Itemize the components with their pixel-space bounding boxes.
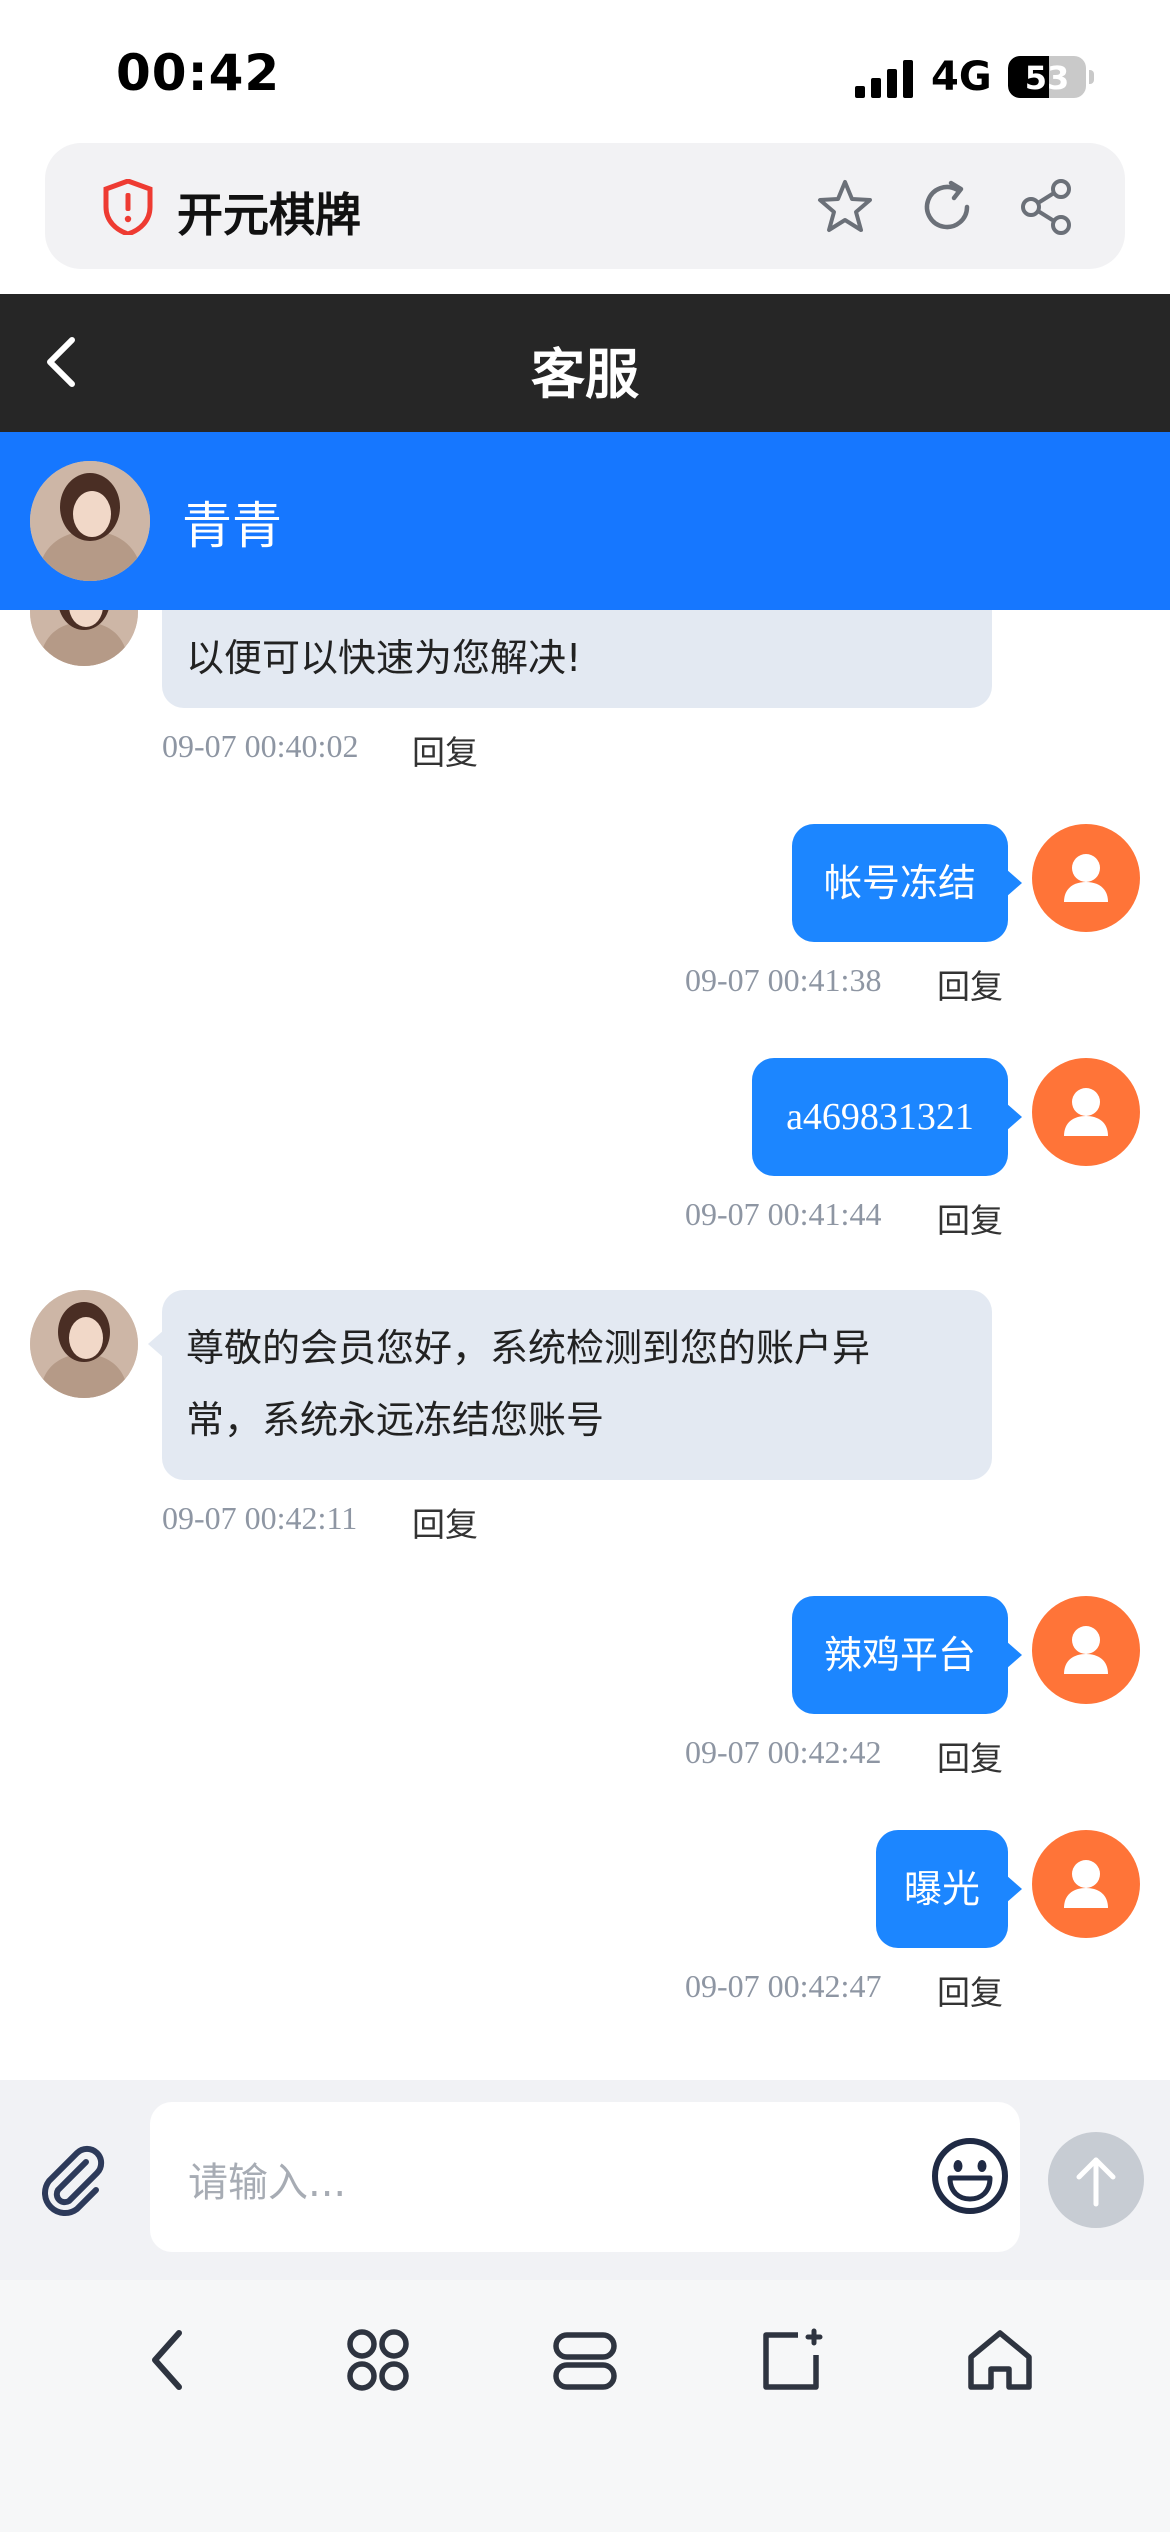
home-icon[interactable] (965, 2325, 1035, 2395)
avatar (1032, 1830, 1140, 1938)
person-icon (1064, 1626, 1108, 1674)
user-message-bubble: a469831321 (752, 1058, 1022, 1176)
message-text: 曝光 (903, 1867, 980, 1911)
bubble-tail (1006, 869, 1022, 897)
bubble-tail (1006, 1103, 1022, 1131)
send-button[interactable] (1048, 2132, 1144, 2228)
arrow-up-icon (1076, 2157, 1116, 2207)
message-time: 09-07 00:41:38 (685, 962, 882, 998)
reply-button[interactable]: 回复 (412, 1498, 478, 1546)
tabs-icon[interactable] (550, 2325, 620, 2395)
agent-photo (30, 461, 150, 581)
message-text-line2: 常，系统永远冻结您账号 (186, 1398, 605, 1442)
page-header: 客服 (0, 294, 1170, 432)
message-time: 09-07 00:41:44 (685, 1196, 882, 1232)
avatar (1032, 1058, 1140, 1166)
message-text: 帐号冻结 (823, 861, 976, 905)
agent-photo (30, 1290, 138, 1398)
bubble-tail (148, 1330, 164, 1358)
bubble-tail (1006, 1875, 1022, 1903)
reply-button[interactable]: 回复 (412, 726, 478, 774)
message-text-line1: 尊敬的会员您好，系统检测到您的账户异 (186, 1326, 871, 1370)
user-message-bubble: 帐号冻结 (792, 824, 1022, 942)
reply-button[interactable]: 回复 (937, 1966, 1003, 2014)
status-time: 00:42 (116, 44, 281, 102)
agent-message-bubble: 以便可以快速为您解决! (162, 610, 992, 708)
nav-back-icon[interactable] (135, 2325, 205, 2395)
person-icon (1064, 1088, 1108, 1136)
user-message-bubble: 曝光 (876, 1830, 1022, 1948)
avatar (1032, 1596, 1140, 1704)
new-tab-icon[interactable] (758, 2325, 828, 2395)
message-text: 以便可以快速为您解决! (186, 636, 582, 680)
agent-photo (30, 610, 138, 666)
network-label: 4G (931, 54, 992, 100)
chat-messages[interactable]: 以便可以快速为您解决! 09-07 00:40:02 回复 帐号冻结 09-07… (0, 610, 1170, 2080)
avatar (30, 1290, 138, 1398)
message-text: 辣鸡平台 (823, 1633, 976, 1677)
reply-button[interactable]: 回复 (937, 1194, 1003, 1242)
message-time: 09-07 00:42:42 (685, 1734, 882, 1770)
paperclip-icon[interactable] (34, 2140, 114, 2220)
person-icon (1064, 854, 1108, 902)
signal-icon (855, 60, 913, 98)
message-time: 09-07 00:42:47 (685, 1968, 882, 2004)
message-text: a469831321 (786, 1096, 974, 1138)
input-placeholder: 请输入... (188, 2160, 347, 2206)
message-input[interactable]: 请输入... (150, 2102, 1020, 2252)
avatar (30, 610, 138, 666)
star-icon[interactable] (815, 177, 875, 237)
message-composer: 请输入... (0, 2080, 1170, 2280)
battery-indicator: 53 (1008, 56, 1086, 98)
avatar[interactable] (30, 461, 150, 581)
agent-message-bubble: 尊敬的会员您好，系统检测到您的账户异 常，系统永远冻结您账号 (148, 1290, 992, 1480)
apps-icon[interactable] (343, 2325, 413, 2395)
site-title: 开元棋牌 (177, 188, 361, 242)
page-title: 客服 (531, 343, 639, 406)
battery-cap (1089, 70, 1094, 84)
agent-name: 青青 (182, 497, 282, 555)
shield-alert-icon (103, 179, 153, 235)
agent-bar: 青青 (0, 432, 1170, 610)
share-icon[interactable] (1017, 177, 1077, 237)
reply-button[interactable]: 回复 (937, 1732, 1003, 1780)
message-time: 09-07 00:40:02 (162, 728, 359, 764)
avatar (1032, 824, 1140, 932)
browser-address-bar[interactable]: 开元棋牌 (45, 143, 1125, 269)
emoji-icon[interactable] (930, 2136, 1010, 2216)
reply-button[interactable]: 回复 (937, 960, 1003, 1008)
user-message-bubble: 辣鸡平台 (792, 1596, 1022, 1714)
bubble-tail (1006, 1641, 1022, 1669)
person-icon (1064, 1860, 1108, 1908)
message-time: 09-07 00:42:11 (162, 1500, 358, 1536)
browser-toolbar (0, 2280, 1170, 2532)
battery-percent: 53 (1024, 59, 1070, 97)
refresh-icon[interactable] (917, 177, 977, 237)
